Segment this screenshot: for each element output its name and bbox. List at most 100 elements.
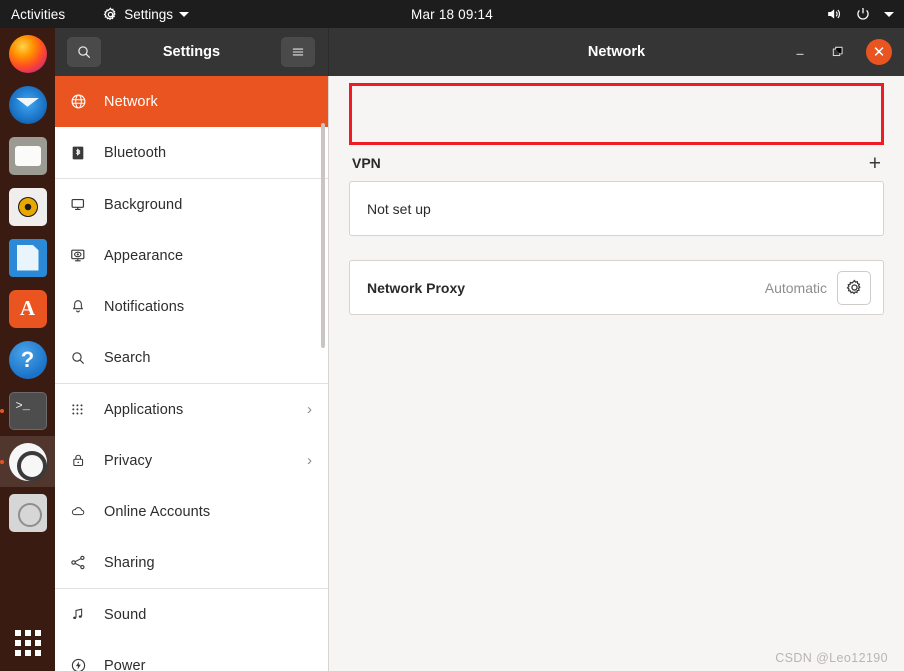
- sidebar-item-label: Network: [104, 93, 158, 110]
- power-circle-icon: [69, 657, 87, 671]
- watermark-text: CSDN @Leo12190: [775, 651, 888, 665]
- sidebar-item-label: Power: [104, 657, 146, 671]
- network-settings-panel: VPN + Not set up Network Proxy Automatic: [329, 76, 904, 671]
- sidebar-item-label: Sharing: [104, 554, 155, 571]
- dock-item-settings[interactable]: [0, 436, 55, 487]
- sidebar-item-background[interactable]: Background: [55, 179, 328, 230]
- dock-item-writer[interactable]: [0, 232, 55, 283]
- sidebar-item-search[interactable]: Search: [55, 332, 328, 383]
- dock-item-help[interactable]: [0, 334, 55, 385]
- app-menu-button[interactable]: Settings: [103, 6, 190, 22]
- sidebar-item-notifications[interactable]: Notifications: [55, 281, 328, 332]
- chevron-right-icon: ›: [307, 401, 312, 418]
- sidebar-item-label: Privacy: [104, 452, 153, 469]
- sidebar-item-appearance[interactable]: Appearance: [55, 230, 328, 281]
- network-proxy-label: Network Proxy: [367, 279, 466, 296]
- search-icon: [78, 46, 90, 58]
- main-menu-button[interactable]: [281, 37, 315, 67]
- sidebar-item-label: Appearance: [104, 247, 184, 264]
- terminal-icon: [8, 391, 47, 430]
- gear-icon: [846, 279, 861, 295]
- vpn-status-row[interactable]: Not set up: [350, 182, 883, 235]
- share-icon: [69, 554, 87, 572]
- show-applications-button[interactable]: [0, 620, 55, 665]
- sidebar-item-online-accounts[interactable]: Online Accounts: [55, 486, 328, 537]
- settings-sidebar[interactable]: Network Bluetooth Background Appearance …: [55, 76, 329, 671]
- ubuntu-dock: [0, 28, 55, 671]
- dock-item-thunderbird[interactable]: [0, 79, 55, 130]
- music-note-icon: [69, 606, 87, 624]
- sidebar-item-privacy[interactable]: Privacy ›: [55, 435, 328, 486]
- document-icon: [8, 238, 47, 277]
- settings-window: Settings Network ✕ Network Bluetooth Bac…: [55, 28, 904, 671]
- globe-icon: [69, 93, 87, 111]
- hamburger-menu-icon: [292, 48, 304, 56]
- sidebar-item-label: Online Accounts: [104, 503, 211, 520]
- gnome-top-bar: Activities Settings Mar 18 09:14: [0, 0, 904, 28]
- settings-gear-icon: [8, 442, 47, 481]
- sidebar-item-power[interactable]: Power: [55, 640, 328, 671]
- dock-item-disks[interactable]: [0, 487, 55, 538]
- chevron-right-icon: ›: [307, 452, 312, 469]
- vpn-heading: VPN: [352, 155, 381, 171]
- minimize-button[interactable]: [790, 42, 810, 62]
- network-proxy-row[interactable]: Network Proxy Automatic: [350, 261, 883, 314]
- network-proxy-value: Automatic: [764, 279, 827, 296]
- caret-down-icon: [884, 11, 894, 17]
- sidebar-item-applications[interactable]: Applications ›: [55, 384, 328, 435]
- sidebar-item-label: Sound: [104, 606, 147, 623]
- vpn-card: Not set up: [349, 181, 884, 236]
- maximize-icon: [832, 46, 843, 57]
- sidebar-item-label: Search: [104, 349, 151, 366]
- system-status-area[interactable]: [825, 6, 894, 22]
- dock-item-firefox[interactable]: [0, 28, 55, 79]
- desktop-screen: Activities Settings Mar 18 09:14 A ? >_ …: [0, 0, 904, 671]
- software-store-icon: [8, 289, 47, 328]
- dock-item-rhythmbox[interactable]: [0, 181, 55, 232]
- search-button[interactable]: [67, 37, 101, 67]
- sidebar-item-bluetooth[interactable]: Bluetooth: [55, 127, 328, 178]
- app-grid-icon: [14, 629, 41, 656]
- vpn-status-label: Not set up: [367, 200, 431, 217]
- sidebar-item-sharing[interactable]: Sharing: [55, 537, 328, 588]
- sidebar-item-label: Background: [104, 196, 183, 213]
- sidebar-item-label: Notifications: [104, 298, 185, 315]
- lock-icon: [69, 452, 87, 470]
- minimize-icon: [796, 53, 804, 55]
- app-grid-icon: [69, 401, 87, 419]
- help-icon: [8, 340, 47, 379]
- dock-item-terminal[interactable]: [0, 385, 55, 436]
- add-vpn-button[interactable]: +: [869, 153, 881, 174]
- maximize-button[interactable]: [828, 42, 848, 62]
- dock-item-files[interactable]: [0, 130, 55, 181]
- files-icon: [8, 136, 47, 175]
- titlebar-left: Settings: [55, 28, 329, 76]
- sidebar-scrollbar[interactable]: [321, 123, 325, 348]
- window-titlebar: Settings Network ✕: [55, 28, 904, 76]
- window-controls: ✕: [790, 39, 892, 65]
- thunderbird-icon: [8, 85, 47, 124]
- firefox-icon: [8, 34, 47, 73]
- sidebar-item-network[interactable]: Network: [55, 76, 328, 127]
- sidebar-item-label: Bluetooth: [104, 144, 167, 161]
- bell-icon: [69, 298, 87, 316]
- gear-icon: [103, 6, 117, 20]
- network-proxy-settings-button[interactable]: [837, 270, 871, 305]
- titlebar-right: Network ✕: [329, 28, 904, 76]
- sidebar-item-sound[interactable]: Sound: [55, 589, 328, 640]
- search-icon: [69, 349, 87, 367]
- bluetooth-icon: [69, 144, 87, 162]
- monitor-icon: [69, 196, 87, 214]
- caret-down-icon: [179, 11, 190, 17]
- close-button[interactable]: ✕: [866, 39, 892, 65]
- activities-button[interactable]: Activities: [11, 7, 65, 22]
- volume-icon: [828, 9, 840, 19]
- vpn-section-header: VPN +: [349, 145, 884, 181]
- power-icon: [857, 8, 869, 20]
- dock-item-software[interactable]: [0, 283, 55, 334]
- appearance-icon: [69, 247, 87, 265]
- window-body: Network Bluetooth Background Appearance …: [55, 76, 904, 671]
- sidebar-item-label: Applications: [104, 401, 184, 418]
- wired-section-highlight[interactable]: [349, 83, 884, 145]
